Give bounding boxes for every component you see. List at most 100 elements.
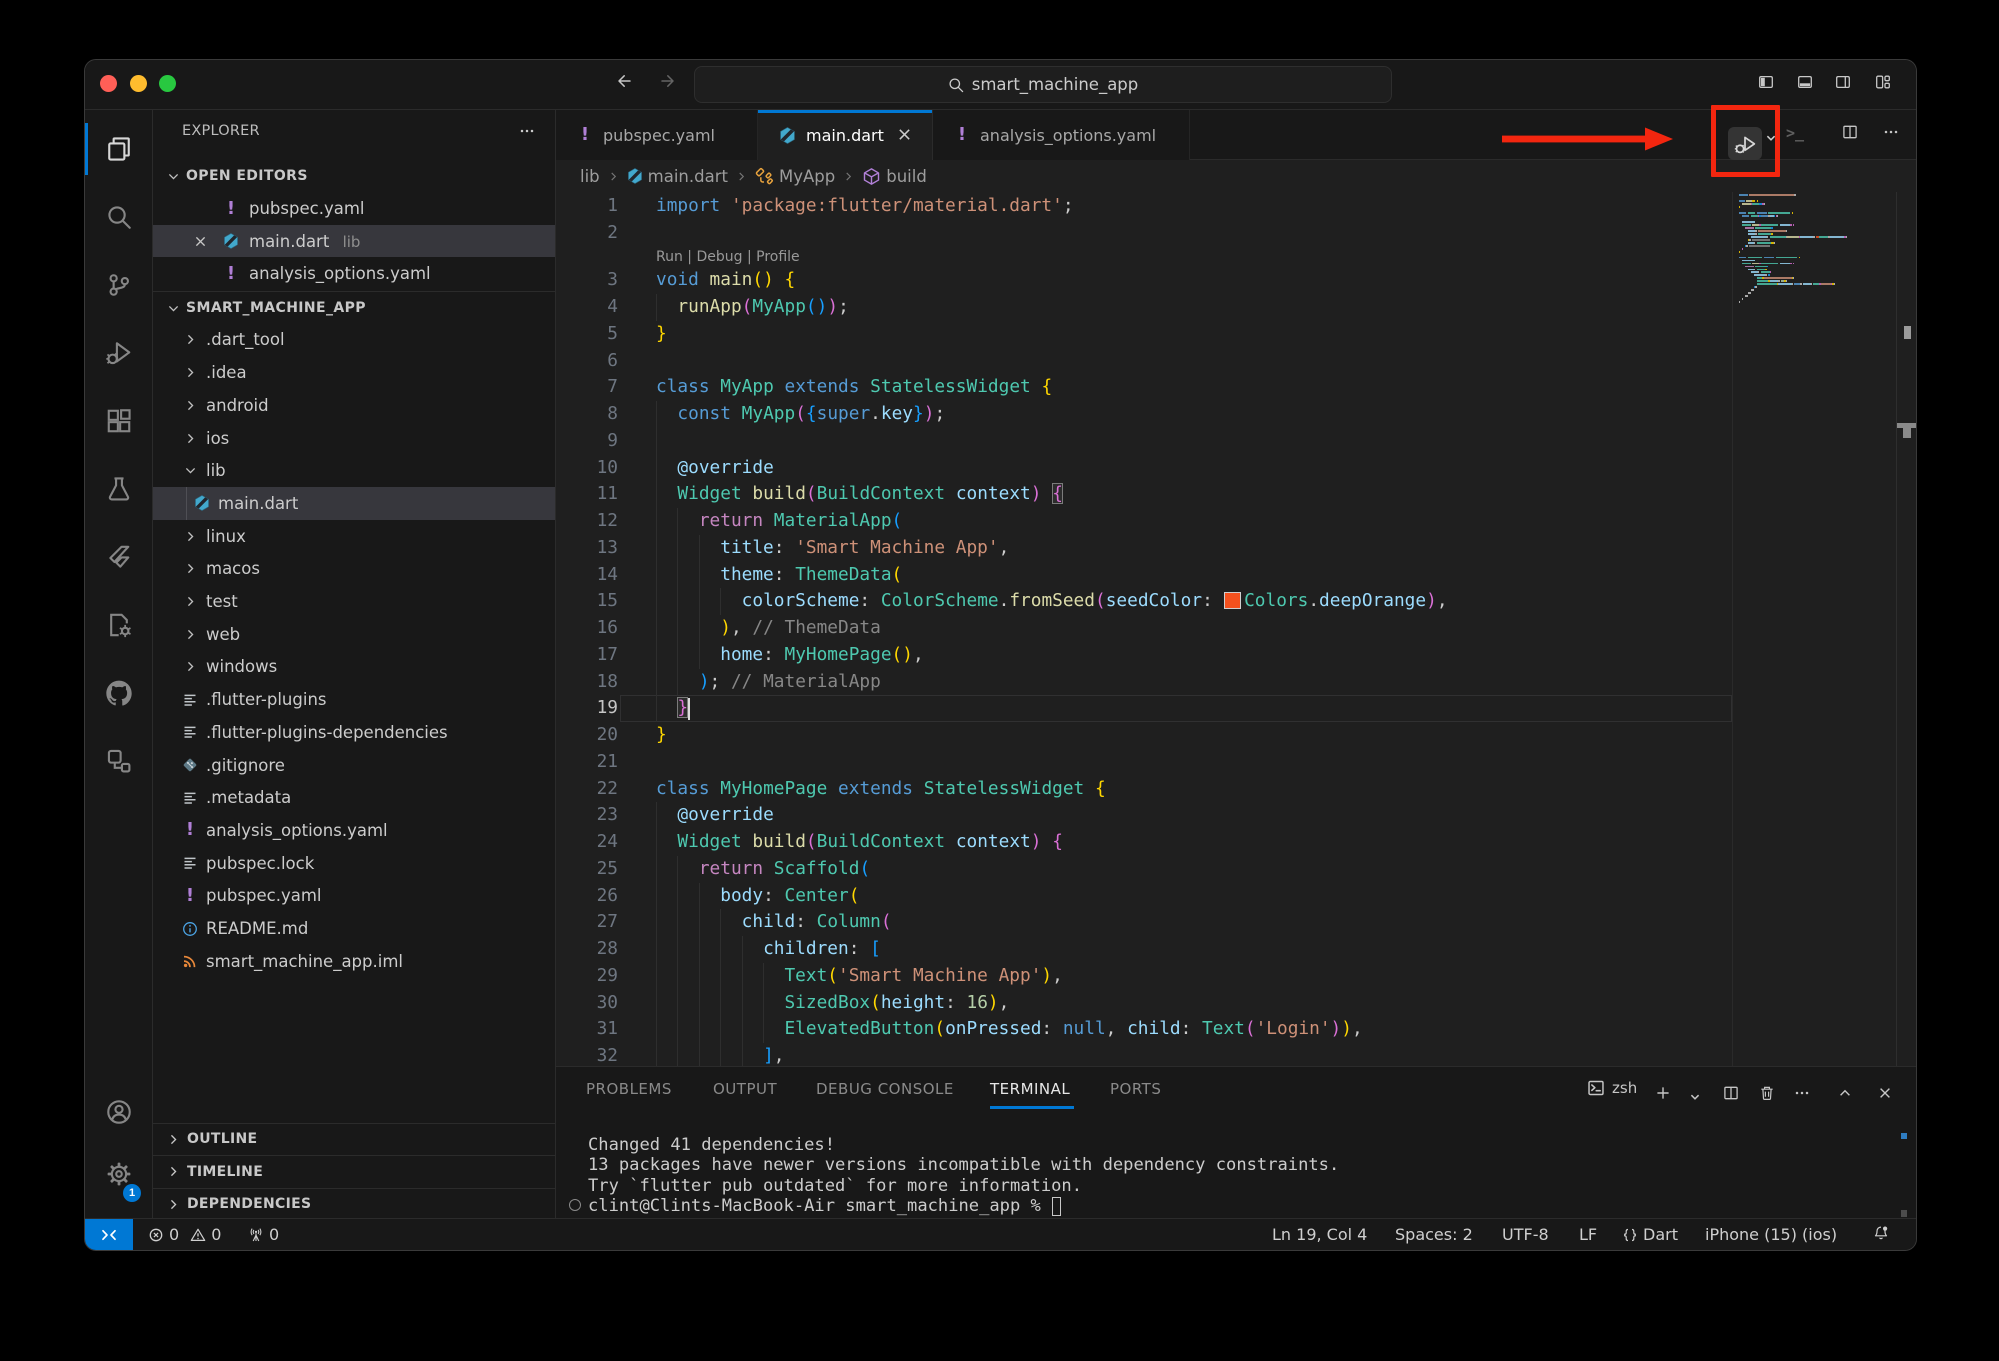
codelens-run-debug-profile[interactable]: Run | Debug | Profile (656, 247, 800, 268)
tree-item-.idea[interactable]: .idea (153, 356, 555, 389)
sidebar-section-outline[interactable]: OUTLINE (153, 1123, 555, 1156)
notifications-bell-icon[interactable] (1873, 1225, 1889, 1241)
tree-item-web[interactable]: web (153, 618, 555, 651)
sidebar-section-timeline[interactable]: TIMELINE (153, 1155, 555, 1188)
toggle-primary-sidebar-button[interactable] (1758, 74, 1774, 90)
minimize-window-button[interactable] (130, 75, 147, 92)
activity-bar-item-search[interactable] (85, 190, 153, 244)
activity-bar-item-testing[interactable] (85, 462, 153, 516)
terminal-output[interactable]: Changed 41 dependencies!13 packages have… (556, 1113, 1916, 1218)
tree-item-windows[interactable]: windows (153, 651, 555, 684)
file-name: README.md (206, 919, 308, 938)
sidebar-section-dependencies[interactable]: DEPENDENCIES (153, 1188, 555, 1219)
explorer-more-actions-icon[interactable] (519, 123, 535, 139)
open-editor-analysis_options.yaml[interactable]: !analysis_options.yaml (153, 257, 555, 289)
activity-bar-item-accounts[interactable] (85, 1085, 153, 1139)
eol-status[interactable]: LF (1579, 1219, 1597, 1250)
breadcrumb-build[interactable]: build (862, 167, 927, 186)
ports-status[interactable]: 0 (248, 1219, 279, 1250)
code-token: super (817, 403, 871, 424)
line-number: 27 (556, 909, 618, 936)
close-panel-icon[interactable] (1877, 1085, 1893, 1101)
breadcrumb-lib[interactable]: lib (580, 167, 600, 186)
tree-item-.metadata[interactable]: .metadata (153, 781, 555, 814)
tree-item-.dart_tool[interactable]: .dart_tool (153, 324, 555, 357)
open-editor-pubspec.yaml[interactable]: !pubspec.yaml (153, 193, 555, 225)
tree-item-.gitignore[interactable]: .gitignore (153, 749, 555, 782)
close-window-button[interactable] (100, 75, 117, 92)
tree-item-macos[interactable]: macos (153, 553, 555, 586)
code-token: Column (817, 911, 881, 932)
encoding-status[interactable]: UTF-8 (1502, 1219, 1549, 1250)
navigate-back-button[interactable] (616, 73, 632, 89)
activity-bar-item-flutter[interactable] (85, 530, 153, 584)
tree-item-pubspec.lock[interactable]: pubspec.lock (153, 847, 555, 880)
panel-tab-terminal[interactable]: TERMINAL (990, 1067, 1070, 1111)
code-token: : (849, 938, 870, 959)
navigate-forward-button[interactable] (660, 73, 676, 89)
minimap[interactable] (1739, 192, 1896, 1066)
code-editor[interactable]: 1import 'package:flutter/material.dart';… (556, 192, 1916, 1066)
customize-layout-button[interactable] (1875, 74, 1891, 90)
terminal-dropdown-chevron-icon[interactable] (1687, 1089, 1703, 1105)
chevron-right-icon (183, 332, 198, 347)
tree-item-smart_machine_app.iml[interactable]: smart_machine_app.iml (153, 945, 555, 978)
editor-more-actions-icon[interactable] (1883, 124, 1899, 140)
language-status[interactable]: Dart (1622, 1219, 1678, 1250)
activity-bar-item-settings[interactable] (85, 1147, 153, 1201)
activity-bar-item-extensions[interactable] (85, 394, 153, 448)
kill-terminal-icon[interactable] (1759, 1085, 1775, 1101)
tree-item-README.md[interactable]: README.md (153, 912, 555, 945)
command-center-search[interactable]: smart_machine_app (694, 66, 1392, 103)
activity-bar-item-dart-devtools[interactable] (85, 598, 153, 652)
minimap-token (1793, 224, 1794, 226)
panel-tab-ports[interactable]: PORTS (1110, 1067, 1161, 1111)
panel-tab-problems[interactable]: PROBLEMS (586, 1067, 672, 1111)
tree-item-android[interactable]: android (153, 389, 555, 422)
tree-item-ios[interactable]: ios (153, 422, 555, 455)
activity-bar-item-remote-explorer[interactable] (85, 734, 153, 788)
tree-item-pubspec.yaml[interactable]: !pubspec.yaml (153, 880, 555, 913)
color-swatch-deep-orange[interactable] (1224, 592, 1241, 609)
close-editor-icon[interactable] (193, 234, 208, 249)
toggle-panel-button[interactable] (1797, 74, 1813, 90)
zoom-window-button[interactable] (159, 75, 176, 92)
maximize-panel-icon[interactable] (1837, 1085, 1853, 1101)
tree-item-linux[interactable]: linux (153, 520, 555, 553)
code-text: ], (656, 1043, 785, 1066)
open-editors-header[interactable]: OPEN EDITORS (153, 161, 555, 192)
activity-bar-item-source-control[interactable] (85, 258, 153, 312)
editor-tab-analysis_options.yaml[interactable]: ! analysis_options.yaml (933, 110, 1190, 160)
remote-indicator[interactable] (85, 1219, 133, 1250)
cursor-position-status[interactable]: Ln 19, Col 4 (1272, 1219, 1367, 1250)
activity-bar-item-run-and-debug[interactable] (85, 326, 153, 380)
device-status[interactable]: iPhone (15) (ios) (1705, 1219, 1837, 1250)
split-editor-icon[interactable] (1842, 124, 1858, 140)
code-line-10: 10 @override (556, 455, 1732, 482)
panel-tab-output[interactable]: OUTPUT (713, 1067, 777, 1111)
code-token (742, 831, 753, 852)
tree-item-test[interactable]: test (153, 585, 555, 618)
toggle-secondary-sidebar-button[interactable] (1835, 74, 1851, 90)
problems-status[interactable]: 0 0 (148, 1219, 221, 1250)
panel-more-actions-icon[interactable] (1794, 1085, 1810, 1101)
tree-item-.flutter-plugins-dependencies[interactable]: .flutter-plugins-dependencies (153, 716, 555, 749)
tree-item-main.dart[interactable]: main.dart (153, 487, 555, 520)
activity-bar-item-explorer[interactable] (85, 122, 153, 176)
breadcrumb-MyApp[interactable]: MyApp (755, 167, 835, 186)
close-tab-icon[interactable] (896, 126, 913, 143)
open-editor-main.dart[interactable]: main.dart lib (153, 225, 555, 257)
tree-item-lib[interactable]: lib (153, 454, 555, 487)
editor-tab-main.dart[interactable]: main.dart (758, 110, 933, 161)
split-terminal-icon[interactable] (1723, 1085, 1739, 1101)
editor-tab-pubspec.yaml[interactable]: ! pubspec.yaml (556, 110, 758, 160)
new-terminal-icon[interactable] (1655, 1085, 1671, 1101)
indentation-status[interactable]: Spaces: 2 (1395, 1219, 1473, 1250)
activity-bar-item-github[interactable] (85, 666, 153, 720)
tree-item-analysis_options.yaml[interactable]: !analysis_options.yaml (153, 814, 555, 847)
breadcrumb-main.dart[interactable]: main.dart (627, 167, 728, 186)
tree-item-.flutter-plugins[interactable]: .flutter-plugins (153, 683, 555, 716)
terminal-instance-label[interactable]: zsh (1587, 1079, 1637, 1097)
panel-tab-debug-console[interactable]: DEBUG CONSOLE (816, 1067, 954, 1111)
project-root-header[interactable]: SMART_MACHINE_APP (153, 293, 555, 324)
